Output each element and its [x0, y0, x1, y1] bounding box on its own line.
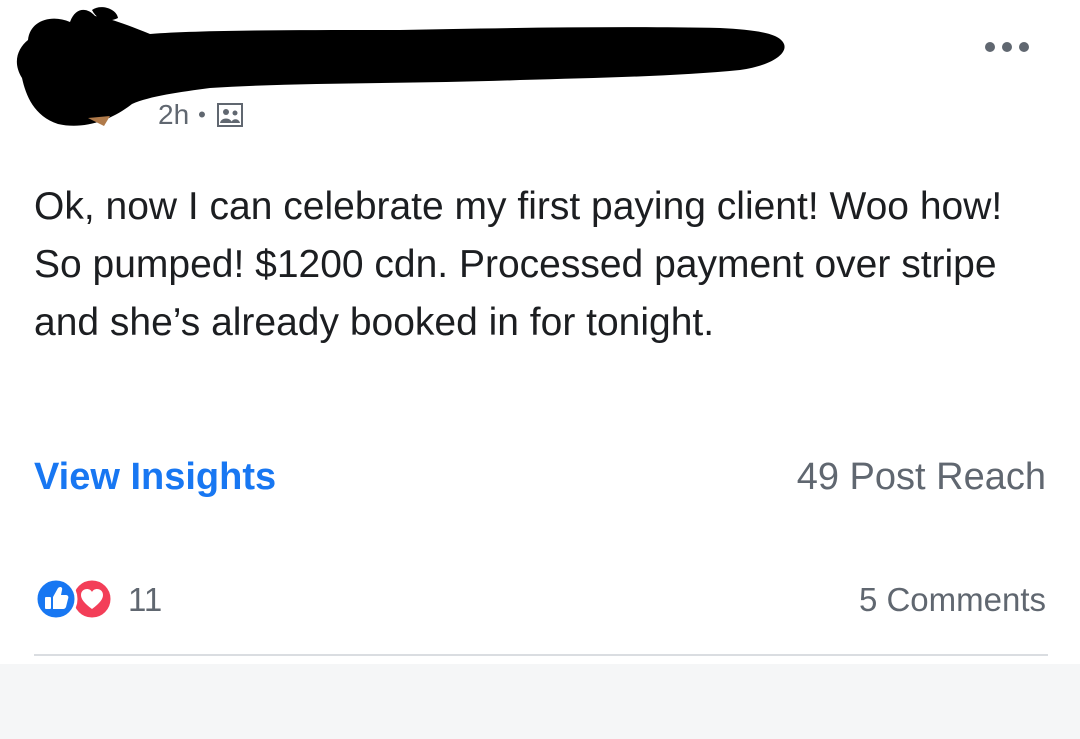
post-reach-count: 49 Post Reach [796, 456, 1046, 498]
redacted-author-block [16, 7, 785, 126]
more-options-button[interactable] [980, 32, 1034, 62]
post-body-text: Ok, now I can celebrate my first paying … [34, 185, 1003, 344]
post-card: 2h • Ok, now I can celebrate my first pa… [0, 0, 1080, 664]
post-header: 2h • [0, 0, 1080, 150]
reaction-count: 11 [128, 581, 163, 618]
post-meta: 2h • [158, 95, 244, 135]
post-timestamp[interactable]: 2h [158, 99, 189, 131]
like-icon [34, 577, 78, 621]
view-insights-link[interactable]: View Insights [34, 452, 276, 502]
comments-count-link[interactable]: 5 Comments [859, 575, 1046, 625]
reaction-icons [34, 577, 116, 623]
action-bar-area [0, 664, 1080, 739]
meta-separator: • [198, 102, 206, 127]
reactions-summary[interactable]: 11 [34, 575, 162, 625]
friends-icon [216, 103, 243, 127]
more-options-icon [985, 42, 1029, 52]
post-divider [34, 654, 1048, 656]
